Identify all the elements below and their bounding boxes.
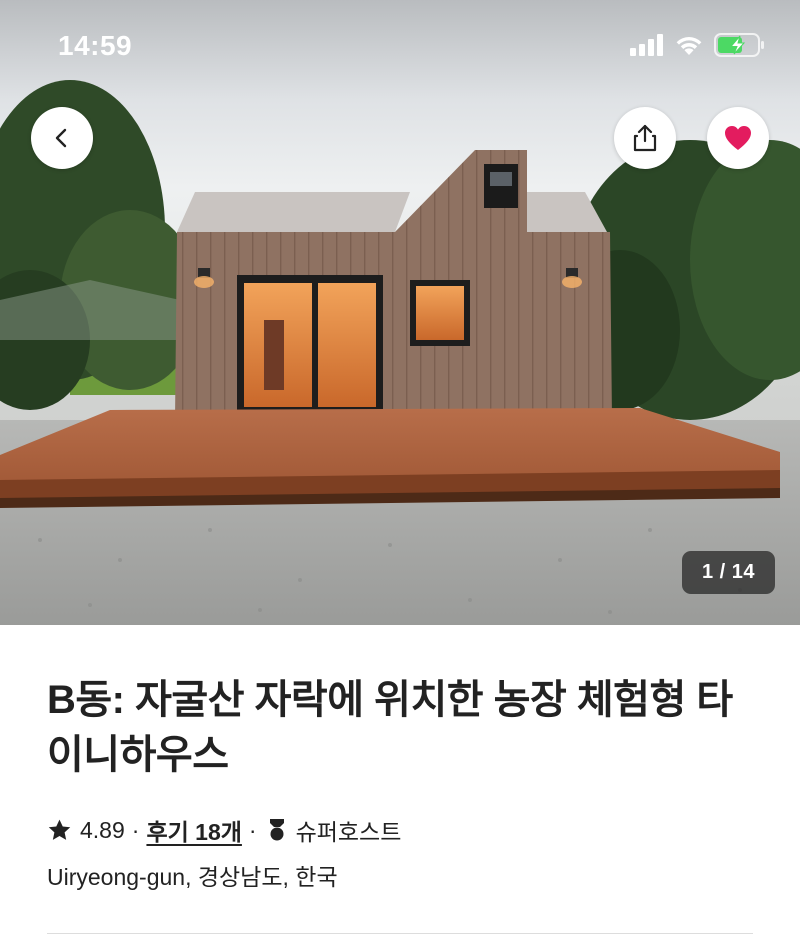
favorite-button[interactable]	[707, 107, 769, 169]
separator-dot: ·	[131, 816, 140, 843]
superhost-medal-icon	[269, 819, 284, 841]
status-icons	[630, 33, 766, 57]
status-bar: 14:59	[0, 0, 800, 94]
reviews-link[interactable]: 후기 18개	[146, 813, 241, 847]
listing-photo-carousel[interactable]: 14:59 1 / 14	[0, 0, 800, 625]
cellular-signal-icon	[630, 34, 663, 56]
status-time: 14:59	[58, 30, 133, 61]
listing-meta-row: 4.89 · 후기 18개 · 슈퍼호스트	[47, 813, 401, 847]
share-button[interactable]	[614, 107, 676, 169]
heart-icon	[725, 126, 751, 150]
superhost-label: 슈퍼호스트	[295, 819, 402, 845]
share-icon	[633, 124, 657, 152]
chevron-left-icon	[55, 128, 67, 148]
wifi-icon	[676, 37, 702, 55]
listing-title: B동: 자굴산 자락에 위치한 농장 체험형 타이니하우스	[47, 678, 733, 777]
rating-value: 4.89	[80, 816, 125, 843]
section-divider	[47, 933, 753, 934]
back-button[interactable]	[31, 107, 93, 169]
listing-location[interactable]: Uiryeong-gun, 경상남도, 한국	[47, 858, 338, 892]
battery-charging-icon	[714, 33, 764, 57]
separator-dot: ·	[248, 816, 257, 843]
photo-counter: 1 / 14	[682, 551, 775, 594]
listing-info: B동: 자굴산 자락에 위치한 농장 체험형 타이니하우스 4.89 · 후기 …	[0, 625, 800, 941]
star-icon	[48, 819, 71, 840]
